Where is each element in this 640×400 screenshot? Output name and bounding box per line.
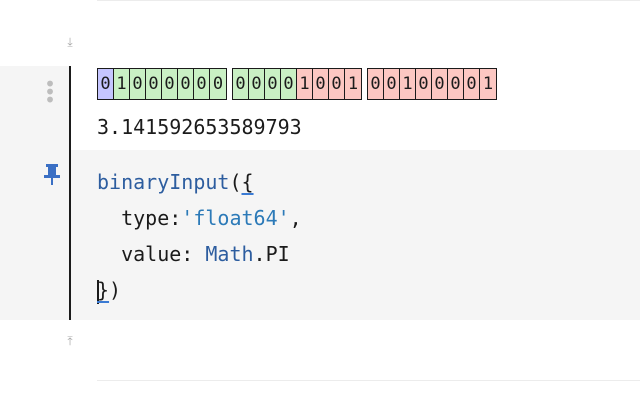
bit-man[interactable]: 0: [329, 69, 345, 99]
byte-group: 00001001: [232, 68, 362, 100]
bit-man[interactable]: 0: [432, 69, 448, 99]
bit-man[interactable]: 1: [400, 69, 416, 99]
bit-exp[interactable]: 0: [265, 69, 281, 99]
bit-man[interactable]: 0: [313, 69, 329, 99]
cell-focus-line: [69, 66, 71, 320]
type-key: type:: [97, 206, 182, 230]
code-editor[interactable]: binaryInput({ type:'float64', value: Mat…: [97, 164, 302, 308]
bit-sign[interactable]: 0: [98, 69, 114, 99]
pin-icon[interactable]: [43, 162, 61, 186]
open-brace: {: [241, 170, 254, 194]
bit-exp[interactable]: 0: [210, 69, 226, 99]
bit-man[interactable]: 0: [416, 69, 432, 99]
bit-man[interactable]: 0: [368, 69, 384, 99]
close-paren: ): [109, 278, 122, 302]
insert-cell-above-icon[interactable]: ⤓: [63, 36, 77, 48]
bit-exp[interactable]: 0: [281, 69, 297, 99]
pi-property: .PI: [253, 242, 290, 266]
bit-exp[interactable]: 0: [146, 69, 162, 99]
bottom-divider: [97, 380, 640, 381]
bit-exp[interactable]: 0: [233, 69, 249, 99]
bit-man[interactable]: 0: [384, 69, 400, 99]
bit-exp[interactable]: 1: [114, 69, 130, 99]
bit-man[interactable]: 1: [297, 69, 313, 99]
byte-group: 01000000: [97, 68, 227, 100]
comma: ,: [289, 206, 302, 230]
type-value: 'float64': [181, 206, 290, 230]
output-value: 3.141592653589793: [97, 115, 302, 139]
bit-man[interactable]: 1: [480, 69, 496, 99]
close-brace: }: [97, 278, 110, 302]
byte-group: 00100001: [367, 68, 497, 100]
insert-cell-below-icon[interactable]: ⤒: [63, 335, 77, 347]
bit-man[interactable]: 0: [464, 69, 480, 99]
bit-exp[interactable]: 0: [162, 69, 178, 99]
drag-handle-icon[interactable]: • • •: [44, 74, 56, 110]
function-name: binaryInput: [97, 170, 230, 194]
math-object: Math: [205, 242, 254, 266]
bit-man[interactable]: 0: [448, 69, 464, 99]
bit-man[interactable]: 1: [345, 69, 361, 99]
bit-exp[interactable]: 0: [194, 69, 210, 99]
bit-exp[interactable]: 0: [249, 69, 265, 99]
bit-exp[interactable]: 0: [130, 69, 146, 99]
bit-exp[interactable]: 0: [178, 69, 194, 99]
open-paren: (: [229, 170, 242, 194]
binary-bit-display[interactable]: 010000000000100100100001: [97, 68, 502, 100]
top-divider: [97, 0, 640, 1]
value-key: value:: [97, 242, 206, 266]
